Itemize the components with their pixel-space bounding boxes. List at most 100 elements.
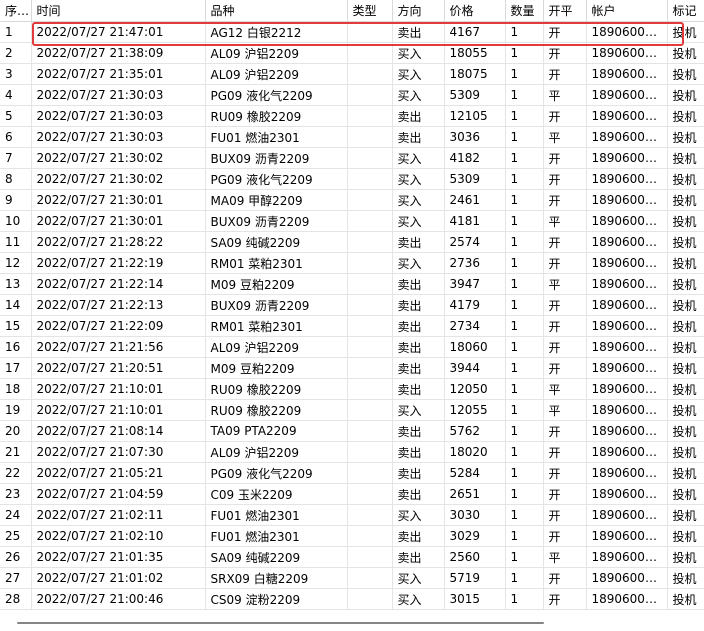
table-row[interactable]: 5 2022/07/27 21:30:03 RU09 橡胶2209 卖出 12105 1 开… <box>0 105 704 127</box>
cell-time: 2022/07/27 21:30:02 <box>31 147 206 169</box>
table-row[interactable]: 4 2022/07/27 21:30:03 PG09 液化气2209 买入 5309 1 平… <box>0 84 704 106</box>
table-row[interactable]: 1 2022/07/27 21:47:01 AG12 白银2212 卖出 4167 1 开 1… <box>0 21 704 43</box>
cell-seq: 10 <box>0 210 32 232</box>
cell-type <box>347 294 393 316</box>
col-header-direction[interactable]: 方向 <box>392 0 445 22</box>
cell-open-close: 开 <box>543 42 587 64</box>
cell-open-close: 平 <box>543 84 587 106</box>
col-header-instrument[interactable]: 品种 <box>205 0 348 22</box>
table-row[interactable]: 25 2022/07/27 21:02:10 FU01 燃油2301 卖出 3029 1 开… <box>0 525 704 547</box>
table-row[interactable]: 16 2022/07/27 21:21:56 AL09 沪铝2209 卖出 18060 1… <box>0 336 704 358</box>
cell-flag: 投机 <box>667 105 704 127</box>
table-row[interactable]: 24 2022/07/27 21:02:11 FU01 燃油2301 买入 3030 1 开… <box>0 504 704 526</box>
col-header-price[interactable]: 价格 <box>444 0 506 22</box>
cell-account: 189060000001 <box>586 483 668 505</box>
cell-quantity: 1 <box>505 294 544 316</box>
table-row[interactable]: 9 2022/07/27 21:30:01 MA09 甲醇2209 买入 2461 1 开 1… <box>0 189 704 211</box>
cell-instrument: AG12 白银2212 <box>205 21 348 43</box>
cell-seq: 6 <box>0 126 32 148</box>
table-row[interactable]: 23 2022/07/27 21:04:59 C09 玉米2209 卖出 2651 1 开 1… <box>0 483 704 505</box>
cell-direction: 卖出 <box>392 126 445 148</box>
col-header-type[interactable]: 类型 <box>347 0 393 22</box>
table-row[interactable]: 13 2022/07/27 21:22:14 M09 豆粕2209 卖出 3947 1 平 1… <box>0 273 704 295</box>
cell-open-close: 开 <box>543 357 587 379</box>
cell-direction: 卖出 <box>392 231 445 253</box>
cell-price: 5309 <box>444 168 506 190</box>
cell-instrument: BUX09 沥青2209 <box>205 294 348 316</box>
col-header-account[interactable]: 帐户 <box>586 0 668 22</box>
cell-flag: 投机 <box>667 21 704 43</box>
cell-type <box>347 378 393 400</box>
cell-price: 4181 <box>444 210 506 232</box>
cell-instrument: RU09 橡胶2209 <box>205 105 348 127</box>
cell-seq: 27 <box>0 567 32 589</box>
table-row[interactable]: 10 2022/07/27 21:30:01 BUX09 沥青2209 买入 4181 1… <box>0 210 704 232</box>
table-row[interactable]: 15 2022/07/27 21:22:09 RM01 菜粕2301 卖出 2734 1 开… <box>0 315 704 337</box>
cell-flag: 投机 <box>667 210 704 232</box>
table-row[interactable]: 18 2022/07/27 21:10:01 RU09 橡胶2209 卖出 12050 1… <box>0 378 704 400</box>
cell-instrument: RM01 菜粕2301 <box>205 315 348 337</box>
cell-quantity: 1 <box>505 189 544 211</box>
cell-instrument: AL09 沪铝2209 <box>205 63 348 85</box>
cell-quantity: 1 <box>505 21 544 43</box>
cell-quantity: 1 <box>505 231 544 253</box>
cell-time: 2022/07/27 21:02:11 <box>31 504 206 526</box>
horizontal-scrollbar[interactable] <box>0 612 704 631</box>
cell-direction: 卖出 <box>392 462 445 484</box>
cell-instrument: TA09 PTA2209 <box>205 420 348 442</box>
cell-account: 189060000001 <box>586 525 668 547</box>
cell-price: 3947 <box>444 273 506 295</box>
cell-time: 2022/07/27 21:05:21 <box>31 462 206 484</box>
cell-quantity: 1 <box>505 399 544 421</box>
cell-open-close: 开 <box>543 189 587 211</box>
table-row[interactable]: 26 2022/07/27 21:01:35 SA09 纯碱2209 卖出 2560 1 平… <box>0 546 704 568</box>
table-row[interactable]: 22 2022/07/27 21:05:21 PG09 液化气2209 卖出 5284 1… <box>0 462 704 484</box>
cell-price: 12055 <box>444 399 506 421</box>
table-row[interactable]: 14 2022/07/27 21:22:13 BUX09 沥青2209 卖出 4179 1… <box>0 294 704 316</box>
cell-time: 2022/07/27 21:30:01 <box>31 210 206 232</box>
cell-flag: 投机 <box>667 567 704 589</box>
table-row[interactable]: 12 2022/07/27 21:22:19 RM01 菜粕2301 买入 2736 1 开… <box>0 252 704 274</box>
cell-price: 4179 <box>444 294 506 316</box>
cell-time: 2022/07/27 21:00:46 <box>31 588 206 610</box>
table-row[interactable]: 2 2022/07/27 21:38:09 AL09 沪铝2209 买入 18055 1 开… <box>0 42 704 64</box>
table-row[interactable]: 8 2022/07/27 21:30:02 PG09 液化气2209 买入 5309 1 开… <box>0 168 704 190</box>
cell-time: 2022/07/27 21:30:03 <box>31 126 206 148</box>
cell-quantity: 1 <box>505 567 544 589</box>
table-row[interactable]: 20 2022/07/27 21:08:14 TA09 PTA2209 卖出 5762 1… <box>0 420 704 442</box>
col-header-time[interactable]: 时间 <box>31 0 206 22</box>
table-row[interactable]: 7 2022/07/27 21:30:02 BUX09 沥青2209 买入 4182 1 开… <box>0 147 704 169</box>
table-row[interactable]: 27 2022/07/27 21:01:02 SRX09 白糖2209 买入 5719 1… <box>0 567 704 589</box>
cell-type <box>347 84 393 106</box>
cell-flag: 投机 <box>667 336 704 358</box>
cell-seq: 4 <box>0 84 32 106</box>
scrollbar-thumb[interactable] <box>17 622 544 624</box>
cell-price: 4182 <box>444 147 506 169</box>
col-header-quantity[interactable]: 数量 <box>505 0 544 22</box>
cell-seq: 2 <box>0 42 32 64</box>
cell-open-close: 开 <box>543 147 587 169</box>
col-header-open-close[interactable]: 开平 <box>543 0 587 22</box>
cell-direction: 卖出 <box>392 336 445 358</box>
table-row[interactable]: 11 2022/07/27 21:28:22 SA09 纯碱2209 卖出 2574 1 开… <box>0 231 704 253</box>
table-row[interactable]: 6 2022/07/27 21:30:03 FU01 燃油2301 卖出 3036 1 平 1… <box>0 126 704 148</box>
cell-seq: 5 <box>0 105 32 127</box>
col-header-flag[interactable]: 标记 <box>667 0 704 22</box>
table-row[interactable]: 17 2022/07/27 21:20:51 M09 豆粕2209 卖出 3944 1 开 1… <box>0 357 704 379</box>
table-row[interactable]: 19 2022/07/27 21:10:01 RU09 橡胶2209 买入 12055 1… <box>0 399 704 421</box>
cell-quantity: 1 <box>505 441 544 463</box>
cell-flag: 投机 <box>667 168 704 190</box>
cell-time: 2022/07/27 21:22:09 <box>31 315 206 337</box>
cell-direction: 买入 <box>392 42 445 64</box>
cell-quantity: 1 <box>505 105 544 127</box>
cell-direction: 买入 <box>392 588 445 610</box>
cell-type <box>347 588 393 610</box>
col-header-seq[interactable]: 序号 <box>0 0 32 22</box>
table-row[interactable]: 3 2022/07/27 21:35:01 AL09 沪铝2209 买入 18075 1 开… <box>0 63 704 85</box>
table-row[interactable]: 21 2022/07/27 21:07:30 AL09 沪铝2209 卖出 18020 1… <box>0 441 704 463</box>
cell-type <box>347 42 393 64</box>
cell-flag: 投机 <box>667 84 704 106</box>
table-row[interactable]: 28 2022/07/27 21:00:46 CS09 淀粉2209 买入 3015 1 开… <box>0 588 704 610</box>
cell-account: 189060000001 <box>586 504 668 526</box>
cell-direction: 卖出 <box>392 420 445 442</box>
